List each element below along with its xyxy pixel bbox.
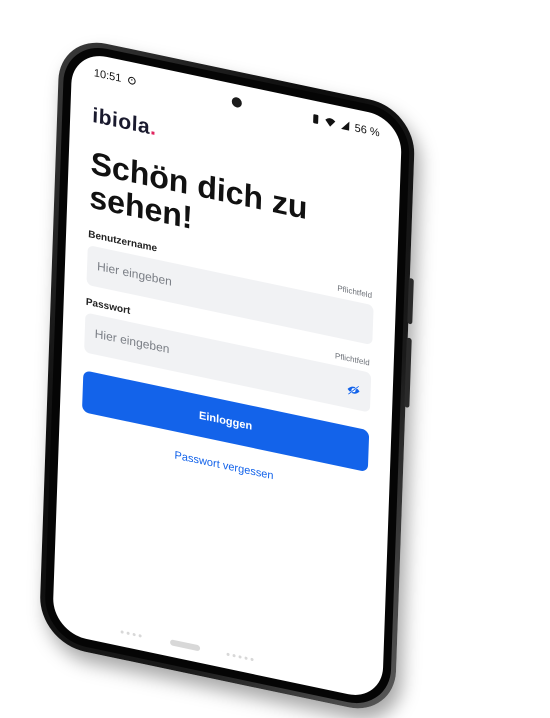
phone-mockup: 10:51 56 % ibiola. Schön dic [39, 34, 416, 717]
logo-text: ibiola [92, 104, 151, 139]
eye-slash-icon[interactable] [346, 382, 360, 397]
volume-button [407, 278, 414, 325]
wifi-icon [324, 115, 335, 130]
password-required-hint: Pflichtfeld [335, 351, 370, 367]
phone-screen: 10:51 56 % ibiola. Schön dic [52, 50, 402, 702]
alarm-clock-icon [126, 74, 136, 89]
power-button [404, 337, 411, 408]
logo-dot: . [150, 116, 157, 140]
status-time: 10:51 [94, 67, 122, 85]
username-placeholder: Hier eingeben [97, 259, 172, 289]
signal-icon [340, 119, 349, 134]
page-title: Schön dich zu sehen! [89, 146, 361, 271]
password-placeholder: Hier eingeben [95, 327, 170, 357]
username-required-hint: Pflichtfeld [337, 284, 372, 300]
vibrate-icon [311, 113, 319, 128]
battery-percent: 56 % [354, 122, 379, 139]
app-logo: ibiola. [92, 104, 157, 141]
